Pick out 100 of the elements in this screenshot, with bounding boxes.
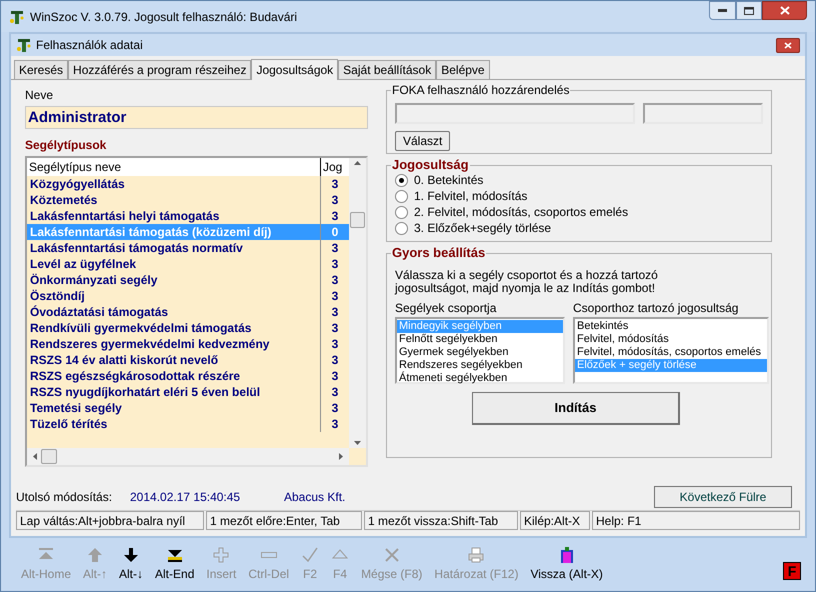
name-field[interactable]: Administrator	[25, 106, 368, 129]
app-logo-icon	[16, 37, 32, 53]
maximize-icon	[744, 6, 754, 14]
table-cell: Önkormányzati segély	[27, 272, 321, 288]
table-row[interactable]: Önkormányzati segély 3	[27, 272, 349, 288]
field-label: Utolsó módosítás:	[16, 489, 114, 506]
group-title: Jogosultság	[391, 157, 470, 173]
horizontal-scrollbar[interactable]	[27, 448, 349, 465]
close-button[interactable]	[762, 1, 807, 20]
table-cell: Lakásfenntartási támogatás normatív	[27, 240, 321, 256]
groups-list[interactable]: Mindegyik segélyben Felnőtt segélyekben Gyermek segélyekben Rendszeres segélyekben Átmeneti segélyekben	[395, 317, 565, 384]
field-label: Neve	[25, 88, 54, 102]
radio-button[interactable]	[395, 206, 408, 218]
toolbar-button[interactable]: Vissza (Alt-X)	[524, 546, 609, 583]
close-icon	[382, 546, 401, 564]
radio-button[interactable]	[395, 222, 408, 234]
next-tab-button[interactable]: Következő Fülre	[654, 486, 792, 508]
checkmark-icon	[301, 546, 320, 564]
section-heading: Segélytípusok	[25, 137, 108, 153]
status-bar-cell: Lap váltás:Alt+jobbra-balra nyíl	[16, 511, 204, 530]
vertical-scrollbar[interactable]	[349, 158, 366, 448]
table-row[interactable]: Rendkívüli gyermekvédelmi támogatás 3	[27, 320, 349, 336]
table-cell: Óvodáztatási támogatás	[27, 304, 321, 320]
radio-button[interactable]	[395, 174, 408, 186]
dialog-title: Felhasználók adatai	[36, 37, 144, 54]
table-row[interactable]: Tüzelő térítés 3	[27, 416, 349, 432]
minimize-button[interactable]	[709, 1, 736, 20]
plus-icon	[212, 546, 230, 564]
table-cell: Köztemetés	[27, 192, 321, 208]
table-row[interactable]: RSZS nyugdíjkorhatárt eléri 5 éven belül 3	[27, 384, 349, 400]
close-icon	[784, 42, 792, 48]
table-row[interactable]: Óvodáztatási támogatás 3	[27, 304, 349, 320]
text-field[interactable]	[395, 103, 635, 124]
list-item[interactable]: Gyermek segélyekben	[397, 346, 563, 359]
instructions-text: Válassza ki a segély csoportot és a hozzá tartozó jogosultságot, majd nyomja le az Indítás gombot!	[395, 269, 659, 295]
table-cell: RSZS 14 év alatti kiskorút nevelő	[27, 352, 321, 368]
table-cell-text: 3	[330, 352, 340, 368]
scroll-thumb[interactable]	[350, 212, 365, 228]
scroll-right-icon	[339, 453, 343, 460]
tab[interactable]: Saját beállítások	[338, 60, 436, 79]
table-cell-text: 3	[330, 176, 340, 192]
table-cell: Közgyógyellátás	[27, 176, 321, 192]
table-cell-text: 3	[330, 288, 340, 304]
window-title: WinSzoc V. 3.0.79. Jogosult felhasználó: Budavári	[30, 8, 298, 26]
timestamp-text: 2014.02.17 15:40:45	[130, 489, 242, 506]
list-item[interactable]: Betekintés	[575, 320, 767, 333]
radio-label: 1. Felvitel, módosítás	[414, 188, 528, 205]
toolbar-button[interactable]: Alt-End	[149, 546, 200, 583]
table-cell-text: 3	[330, 416, 340, 432]
scroll-down-icon	[354, 440, 361, 445]
table-cell: Temetési segély	[27, 400, 321, 416]
company-text: Abacus Kft.	[284, 489, 346, 506]
status-bar-cell: Kilép:Alt-X	[520, 511, 590, 530]
start-button[interactable]: Indítás	[472, 392, 680, 425]
list-item[interactable]: Felvitel, módosítás	[575, 333, 767, 346]
list-item[interactable]: Felnőtt segélyekben	[397, 333, 563, 346]
tab[interactable]: Keresés	[14, 60, 68, 79]
table-cell: RSZS egészségkárosodottak részére	[27, 368, 321, 384]
table-row[interactable]: RSZS 14 év alatti kiskorút nevelő 3	[27, 352, 349, 368]
tab[interactable]: Belépve	[436, 60, 490, 79]
table-cell-text: 3	[330, 240, 340, 256]
table-row[interactable]: Temetési segély 3	[27, 400, 349, 416]
close-button[interactable]	[776, 38, 800, 52]
toolbar-button[interactable]: Alt-↓	[113, 546, 150, 583]
table-cell: Rendszeres gyermekvédelmi kedvezmény	[27, 336, 321, 352]
table-row[interactable]: RSZS egészségkárosodottak részére 3	[27, 368, 349, 384]
table-cell: Levél az ügyfélnek	[27, 256, 321, 272]
list-label: Csoporthoz tartozó jogosultság	[573, 301, 740, 315]
list-item[interactable]: Felvitel, módosítás, csoportos emelés	[575, 346, 767, 359]
choose-button[interactable]: Választ	[395, 131, 450, 151]
table-row[interactable]: Köztemetés 3	[27, 192, 349, 208]
scroll-thumb[interactable]	[41, 449, 57, 464]
table-cell-text: 3	[330, 384, 340, 400]
table-row[interactable]: Ösztöndíj 3	[27, 288, 349, 304]
maximize-button[interactable]	[736, 1, 762, 20]
list-item[interactable]: Rendszeres segélyekben	[397, 359, 563, 372]
table-row[interactable]: Rendszeres gyermekvédelmi kedvezmény 3	[27, 336, 349, 352]
table-row[interactable]: Lakásfenntartási támogatás normatív 3	[27, 240, 349, 256]
radio-label: 0. Betekintés	[414, 172, 484, 189]
text-field[interactable]	[643, 103, 763, 124]
table-cell-text: 3	[330, 400, 340, 416]
status-bar-cell: 1 mezőt előre:Enter, Tab	[206, 511, 362, 530]
table-cell: Tüzelő térítés	[27, 416, 321, 432]
rights-list[interactable]: Betekintés Felvitel, módosítás Felvitel, módosítás, csoportos emelés Előzőek + segély törlése	[573, 317, 769, 384]
list-item[interactable]: Átmeneti segélyekben	[397, 372, 563, 385]
minus-icon	[260, 552, 277, 558]
tab[interactable]: Hozzáférés a program részeihez	[68, 60, 252, 79]
radio-button[interactable]	[395, 190, 408, 202]
table-row[interactable]: Levél az ügyfélnek 3	[27, 256, 349, 272]
table-cell-text: 0	[330, 224, 340, 240]
status-badge: F	[783, 562, 801, 580]
table-cell-text: 3	[330, 256, 340, 272]
table-cell-text: 3	[330, 272, 340, 288]
table-cell-text: 3	[330, 192, 340, 208]
scroll-left-icon	[33, 453, 37, 460]
app-logo-icon	[9, 8, 25, 24]
tab[interactable]: Jogosultságok	[251, 59, 338, 80]
table-cell: Rendkívüli gyermekvédelmi támogatás	[27, 320, 321, 336]
table-row[interactable]: Közgyógyellátás 3	[27, 176, 349, 192]
printer-icon	[467, 546, 486, 564]
